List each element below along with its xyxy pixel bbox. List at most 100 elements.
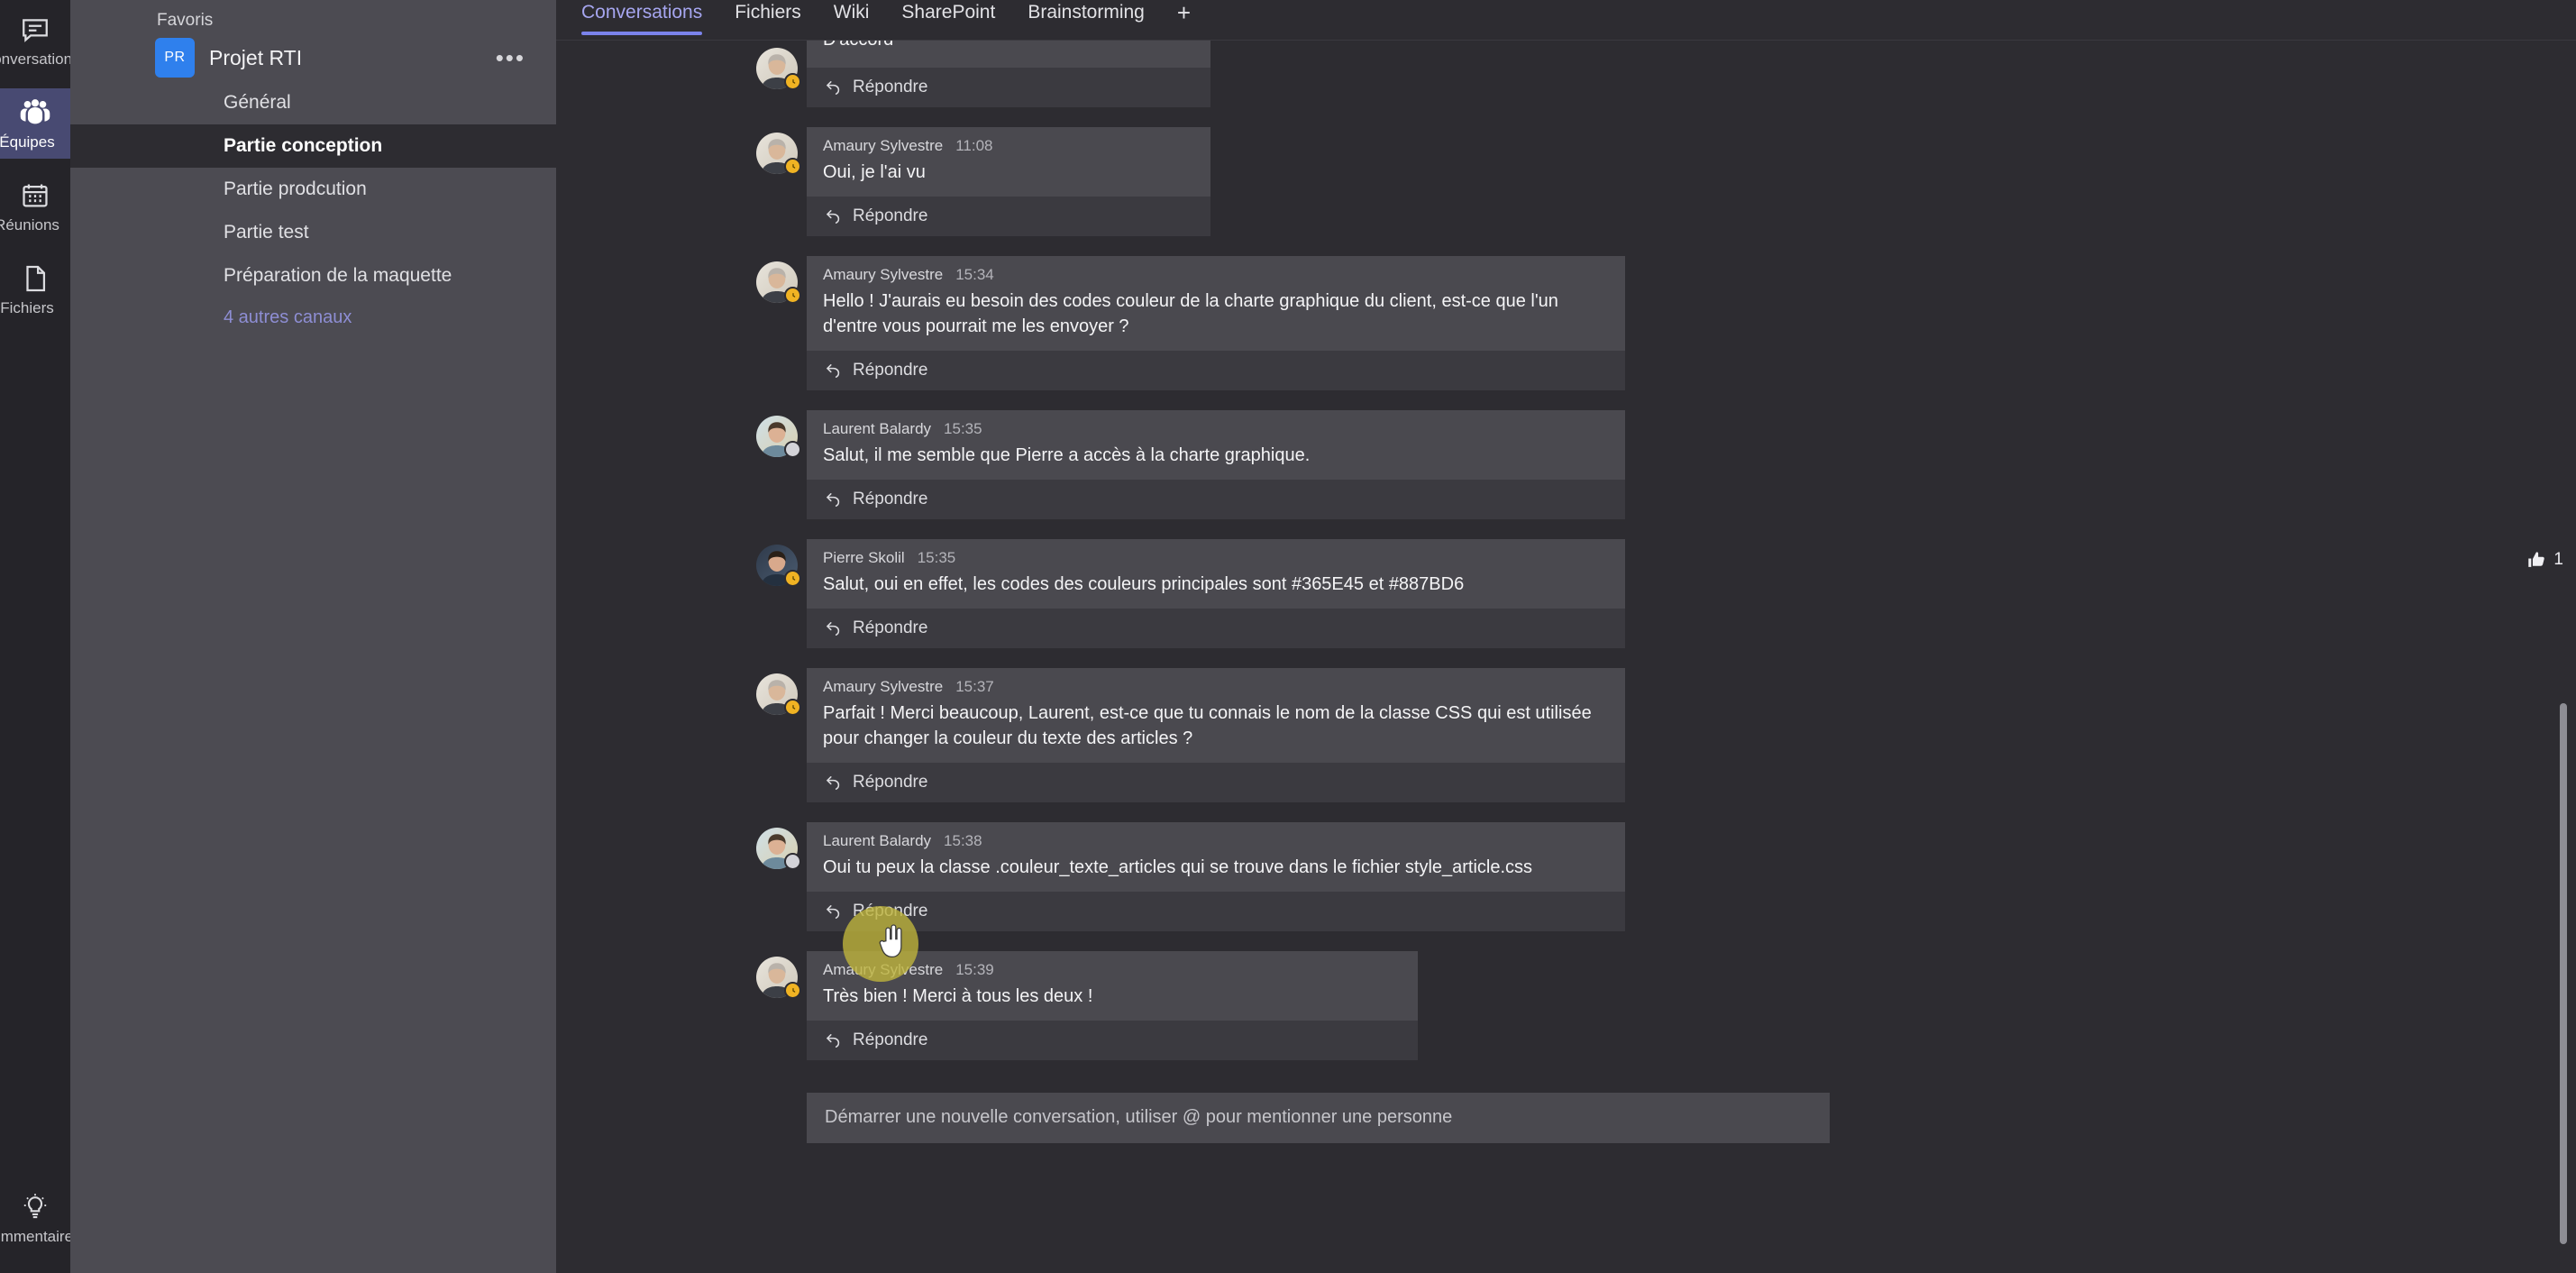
more-channels-label: 4 autres canaux	[224, 307, 352, 327]
channel-label: Préparation de la maquette	[224, 265, 452, 286]
chat-icon	[20, 14, 50, 45]
message-text: Hello ! J'aurais eu besoin des codes cou…	[823, 291, 1558, 336]
reply-button[interactable]: Répondre	[807, 609, 1625, 648]
thumbs-up-icon	[2526, 550, 2546, 570]
message: Laurent Balardy 15:38 Oui tu peux la clas…	[556, 822, 2576, 931]
message-bubble: Amaury Sylvestre 15:34 Hello ! J'aurais e…	[807, 256, 1625, 351]
tab-conversations[interactable]: Conversations	[581, 0, 703, 39]
channel-label: Partie prodcution	[224, 179, 367, 199]
message-meta: Laurent Balardy 15:38	[823, 832, 1609, 850]
sidebar-item-partie-test[interactable]: Partie test	[70, 211, 556, 254]
rail-item-reunions[interactable]: Réunions	[0, 171, 70, 242]
team-name: Projet RTI	[209, 45, 303, 69]
message-block: Amaury Sylvestre 15:34 Hello ! J'aurais e…	[556, 256, 2576, 390]
message-list: D'accord Répondre Amaury Sylvestre 11:08 …	[556, 41, 2576, 1060]
more-channels-link[interactable]: 4 autres canaux	[70, 298, 556, 337]
teams-icon	[20, 97, 50, 128]
message-text: Salut, il me semble que Pierre a accès à…	[823, 445, 1311, 465]
message-bubble: Laurent Balardy 15:38 Oui tu peux la clas…	[807, 822, 1625, 892]
app-rail: Conversation Équipes Réun	[0, 0, 74, 1273]
message-text: Oui tu peux la classe .couleur_texte_art…	[823, 857, 1533, 877]
message-author: Laurent Balardy	[823, 420, 932, 437]
scrollbar-thumb[interactable]	[2560, 703, 2567, 1244]
reply-label: Répondre	[853, 618, 928, 637]
message-meta: Pierre Skolil 15:35	[823, 549, 1609, 567]
message-text: Très bien ! Merci à tous les deux !	[823, 986, 1093, 1006]
teams-window: Conversation Équipes Réun	[0, 0, 2576, 1273]
message-bubble: Amaury Sylvestre 11:08 Oui, je l'ai vu	[807, 127, 1210, 197]
compose-placeholder: Démarrer une nouvelle conversation, util…	[825, 1107, 1453, 1127]
message-block: Amaury Sylvestre 11:08 Oui, je l'ai vu Ré…	[556, 127, 2576, 236]
tab-bar: Conversations Fichiers Wiki SharePoint B…	[556, 0, 2576, 41]
message-time: 15:37	[955, 678, 994, 695]
rail-item-conversation[interactable]: Conversation	[0, 5, 72, 76]
reply-label: Répondre	[853, 206, 928, 225]
team-row-projet-rti[interactable]: PR Projet RTI •••	[70, 34, 556, 81]
reply-button[interactable]: Répondre	[807, 480, 1625, 519]
message-bubble: Laurent Balardy 15:35 Salut, il me semble…	[807, 410, 1625, 480]
presence-badge	[784, 441, 801, 458]
tab-sharepoint[interactable]: SharePoint	[901, 0, 995, 39]
message-text: D'accord	[823, 41, 1194, 52]
tab-label: Fichiers	[735, 2, 801, 23]
sidebar-item-partie-prodcution[interactable]: Partie prodcution	[70, 168, 556, 211]
reply-button[interactable]: Répondre	[807, 197, 1210, 236]
message-text: Oui, je l'ai vu	[823, 162, 926, 182]
message-bubble: Pierre Skolil 15:35 Salut, oui en effet, …	[807, 539, 2563, 609]
message: Amaury Sylvestre 15:37 Parfait ! Merci be…	[556, 668, 2576, 802]
reply-label: Répondre	[853, 361, 928, 380]
conversation-scrollbar[interactable]	[2558, 81, 2567, 1273]
reply-button[interactable]: Répondre	[807, 1021, 1418, 1060]
tab-label: Wiki	[833, 2, 870, 23]
message: Laurent Balardy 15:35 Salut, il me semble…	[556, 410, 2576, 519]
reply-label: Répondre	[853, 490, 928, 508]
sidebar-item-preparation-maquette[interactable]: Préparation de la maquette	[70, 254, 556, 298]
sidebar-item-general[interactable]: Général	[70, 81, 556, 124]
team-more-options-icon[interactable]: •••	[496, 46, 525, 69]
reply-button[interactable]: Répondre	[807, 763, 1625, 802]
presence-badge	[784, 982, 801, 999]
message-block: Laurent Balardy 15:38 Oui tu peux la clas…	[556, 822, 2576, 931]
rail-item-equipes[interactable]: Équipes	[0, 88, 70, 159]
tab-brainstorming[interactable]: Brainstorming	[1028, 0, 1145, 39]
message-time: 15:35	[944, 420, 982, 437]
rail-label-commentaire: Commentaire	[0, 1228, 74, 1245]
reply-button[interactable]: Répondre	[807, 351, 1625, 390]
tab-label: SharePoint	[901, 2, 996, 23]
presence-badge	[784, 287, 801, 304]
sidebar-item-partie-conception[interactable]: Partie conception	[70, 124, 556, 168]
channel-label: Partie conception	[224, 135, 383, 156]
rail-label-equipes: Équipes	[0, 133, 55, 151]
message: Amaury Sylvestre 11:08 Oui, je l'ai vu Ré…	[556, 127, 2576, 236]
tab-fichiers[interactable]: Fichiers	[735, 0, 801, 39]
message-meta: Amaury Sylvestre 15:34	[823, 266, 1609, 284]
message-meta: Amaury Sylvestre 15:39	[823, 961, 1402, 979]
team-avatar: PR	[155, 38, 195, 78]
compose-box[interactable]: Démarrer une nouvelle conversation, util…	[807, 1093, 1830, 1143]
reply-label: Répondre	[853, 78, 928, 96]
message-time: 15:34	[955, 266, 994, 283]
message-bubble: Amaury Sylvestre 15:37 Parfait ! Merci be…	[807, 668, 1625, 763]
rail-item-fichiers[interactable]: Fichiers	[0, 254, 70, 325]
reply-button[interactable]: Répondre	[807, 68, 1210, 107]
message-author: Pierre Skolil	[823, 549, 905, 566]
presence-badge	[784, 73, 801, 90]
tab-label: Conversations	[581, 2, 703, 23]
channel-sidebar: Favoris PR Projet RTI ••• Général Partie…	[70, 0, 556, 1273]
message-block: Amaury Sylvestre 15:39 Très bien ! Merci …	[556, 951, 2576, 1060]
reply-label: Répondre	[853, 1030, 928, 1049]
message-bubble: Amaury Sylvestre 15:39 Très bien ! Merci …	[807, 951, 1418, 1021]
message-author: Amaury Sylvestre	[823, 137, 944, 154]
channel-label: Général	[224, 92, 291, 113]
message-block: Laurent Balardy 15:35 Salut, il me semble…	[556, 410, 2576, 519]
reply-button[interactable]: Répondre	[807, 892, 1625, 931]
message-time: 15:35	[917, 549, 956, 566]
message-block: Pierre Skolil 15:35 Salut, oui en effet, …	[556, 539, 2576, 648]
tab-wiki[interactable]: Wiki	[834, 0, 870, 39]
add-tab-button[interactable]: +	[1177, 0, 1191, 39]
sidebar-header-favoris: Favoris	[157, 11, 214, 30]
main-pane: Conversations Fichiers Wiki SharePoint B…	[556, 0, 2576, 1273]
rail-item-commentaire[interactable]: Commentaire	[0, 1183, 74, 1253]
message-block: Amaury Sylvestre 15:37 Parfait ! Merci be…	[556, 668, 2576, 802]
presence-badge	[784, 570, 801, 587]
